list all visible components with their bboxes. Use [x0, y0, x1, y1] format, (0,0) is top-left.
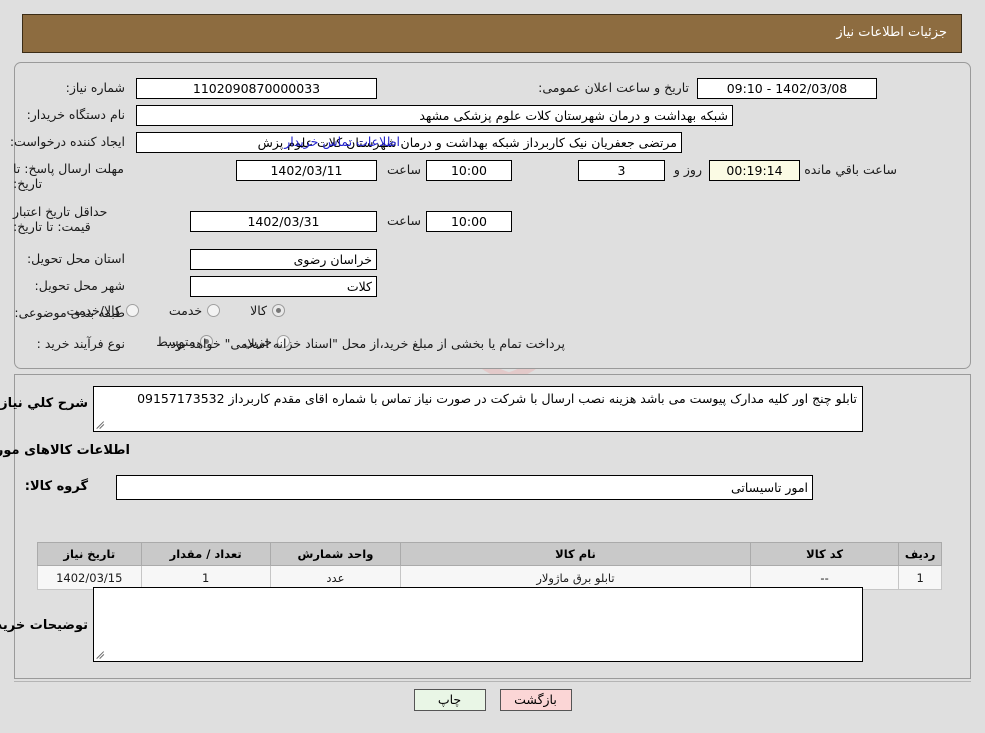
resize-grip-icon[interactable] [96, 420, 106, 430]
footer-button-bar: بازگشت چاپ [0, 689, 985, 711]
days-word-label: روز و [673, 162, 702, 177]
price-validity-hour-label: ساعت [386, 213, 421, 228]
category-option-label-2: کالا/خدمت [66, 303, 121, 318]
requester-value: مرتضی جعفریان نیک کاربرداز شبکه بهداشت و… [136, 132, 682, 153]
cell-kod-kala: -- [749, 565, 900, 590]
cell-vahed: عدد [269, 565, 402, 590]
requester-label: ایجاد کننده درخواست: [9, 134, 125, 149]
table-col-tedad: تعداد / مقدار [140, 542, 271, 566]
price-validity-time: 10:00 [426, 211, 512, 232]
table-col-nam-kala: نام کالا [400, 542, 751, 566]
announce-datetime-label: تاریخ و ساعت اعلان عمومی: [538, 80, 689, 95]
buyer-comments-label: توضیحات خریدار: [0, 618, 88, 633]
price-validity-date: 1402/03/31 [190, 211, 377, 232]
days-remaining-value: 3 [578, 160, 665, 181]
cell-radif: 1 [898, 565, 942, 590]
reply-deadline-label: مهلت ارسال پاسخ: تا تاریخ: [13, 161, 124, 191]
table-col-radif: ردیف [898, 542, 942, 566]
city-value: کلات [190, 276, 377, 297]
buyer-org-label: نام دستگاه خریدار: [26, 107, 125, 122]
announce-datetime-value: 1402/03/08 - 09:10 [697, 78, 877, 99]
city-label: شهر محل تحویل: [34, 278, 125, 293]
reply-deadline-hour-label: ساعت [386, 162, 421, 177]
goods-table: ردیف کد کالا نام کالا واحد شمارش تعداد /… [37, 542, 942, 590]
price-validity-label: حداقل تاریخ اعتبار قیمت: تا تاریخ: [13, 204, 108, 234]
goods-section-heading: اطلاعات کالاهای مورد نیاز [0, 443, 130, 458]
need-description-value: تابلو چنج اور کلیه مدارک پیوست می باشد ه… [137, 391, 857, 406]
category-radio-option-khedmat[interactable]: خدمت [168, 303, 221, 318]
page-title: جزئیات اطلاعات نیاز [836, 25, 947, 40]
table-col-tarikh-niaz: تاریخ نیاز [37, 542, 142, 566]
back-button[interactable]: بازگشت [499, 689, 572, 711]
table-col-vahed: واحد شمارش [269, 542, 402, 566]
province-value: خراسان رضوی [190, 249, 377, 270]
purchase-process-note: پرداخت تمام یا بخشی از مبلغ خرید،از محل … [166, 336, 565, 351]
need-number-value: 1102090870000033 [136, 78, 377, 99]
buyer-org-value: شبکه بهداشت و درمان شهرستان کلات علوم پز… [136, 105, 733, 126]
category-option-label-0: کالا [250, 303, 267, 318]
province-label: استان محل تحویل: [26, 251, 125, 266]
need-description-label: شرح کلي نیاز: [0, 396, 88, 411]
resize-grip-icon[interactable] [96, 650, 106, 660]
remaining-suffix-label: ساعت باقي مانده [804, 162, 897, 177]
category-radio-option-kala-khedmat[interactable]: کالا/خدمت [66, 303, 139, 318]
goods-group-value[interactable]: امور تاسیساتی [116, 475, 813, 500]
goods-group-label: گروه کالا: [24, 479, 88, 494]
purchase-process-label: نوع فرآیند خرید : [36, 336, 125, 351]
buyer-comments-textarea[interactable] [93, 587, 863, 662]
radio-icon[interactable] [207, 304, 221, 317]
radio-icon[interactable] [125, 304, 139, 317]
reply-deadline-date: 1402/03/11 [236, 160, 377, 181]
cell-nam-kala: تابلو برق ماژولار [400, 565, 751, 590]
buyer-contact-info-link[interactable]: اطلاعات تماس خریدار [284, 134, 400, 149]
cell-tedad: 1 [140, 565, 271, 590]
print-button[interactable]: چاپ [413, 689, 486, 711]
category-option-label-1: خدمت [168, 303, 203, 318]
reply-deadline-time: 10:00 [426, 160, 512, 181]
cell-tarikh-niaz: 1402/03/15 [37, 565, 142, 590]
radio-icon[interactable] [272, 304, 285, 317]
need-number-label: شماره نیاز: [65, 80, 125, 95]
footer-divider [14, 681, 971, 682]
table-col-kod-kala: کد کالا [749, 542, 900, 566]
countdown-timer: 00:19:14 [709, 160, 800, 181]
table-row: 1 -- تابلو برق ماژولار عدد 1 1402/03/15 [37, 565, 942, 590]
page-root: AriaTender.net جزئیات اطلاعات نیاز شماره… [0, 0, 985, 733]
category-radio-option-kala[interactable]: کالا [250, 303, 285, 318]
need-description-textarea[interactable]: تابلو چنج اور کلیه مدارک پیوست می باشد ه… [93, 386, 863, 432]
table-header-row: ردیف کد کالا نام کالا واحد شمارش تعداد /… [37, 542, 942, 566]
window-title-bar: جزئیات اطلاعات نیاز [22, 14, 962, 53]
